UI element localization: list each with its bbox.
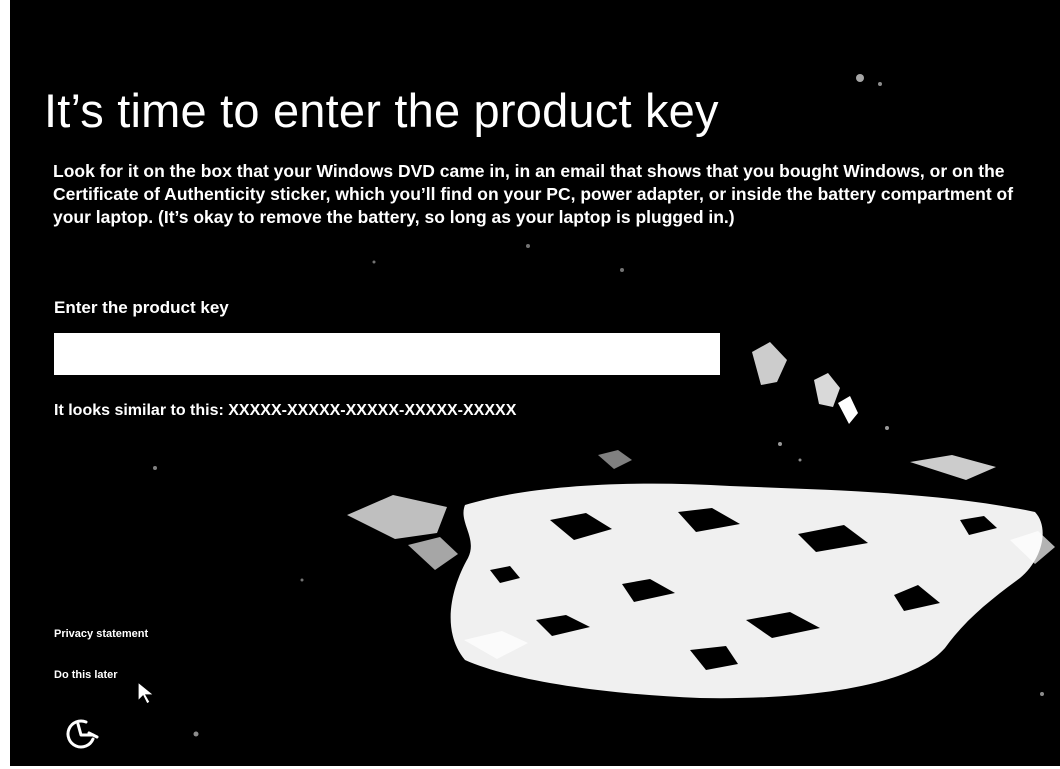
privacy-statement-link[interactable]: Privacy statement <box>54 628 148 640</box>
page-title: It’s time to enter the product key <box>44 84 719 138</box>
do-this-later-link[interactable]: Do this later <box>54 669 118 681</box>
ease-of-access-icon[interactable] <box>62 714 102 754</box>
product-key-screen: It’s time to enter the product key Look … <box>10 0 1060 766</box>
product-key-input[interactable] <box>54 333 720 375</box>
instructions-text: Look for it on the box that your Windows… <box>53 160 1014 227</box>
format-hint: It looks similar to this: XXXXX-XXXXX-XX… <box>54 402 517 419</box>
mouse-pointer-icon <box>137 680 156 705</box>
product-key-label: Enter the product key <box>54 298 229 317</box>
